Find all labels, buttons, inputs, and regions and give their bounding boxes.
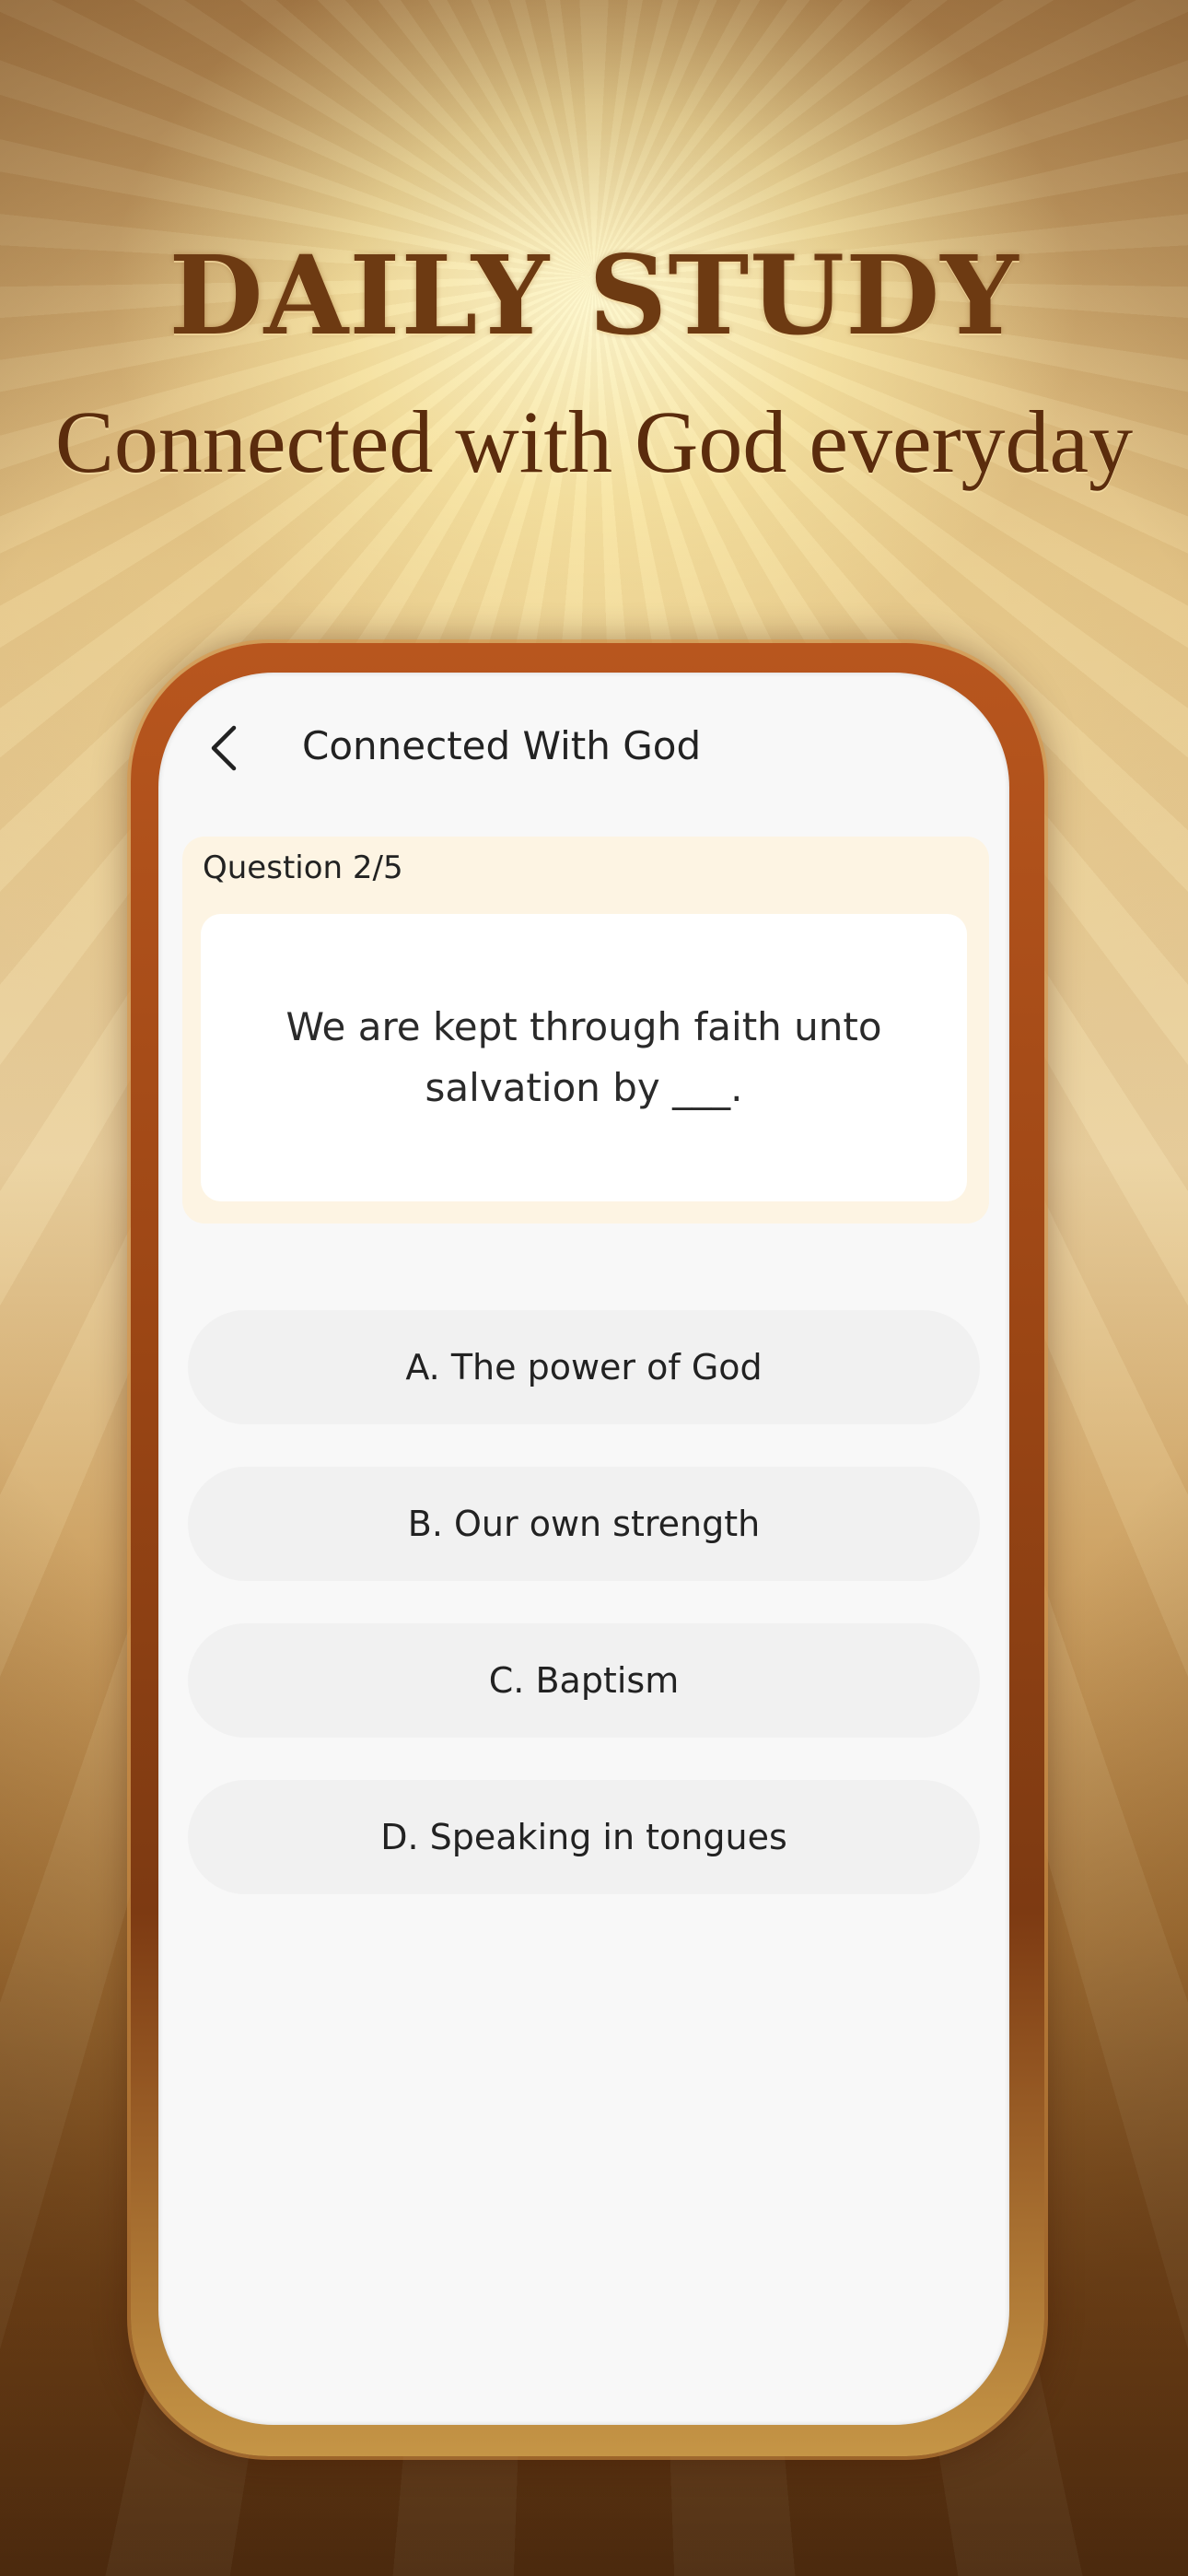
top-bar: Connected With God	[158, 673, 1009, 820]
banner-title: DAILY STUDY	[169, 231, 1019, 359]
question-text: We are kept through faith unto salvation…	[285, 1004, 882, 1110]
chevron-left-icon	[206, 722, 243, 778]
answer-option-d[interactable]: D. Speaking in tongues	[188, 1780, 980, 1894]
question-progress: Question 2/5	[203, 849, 403, 886]
banner-subtitle: Connected with God everyday	[54, 392, 1134, 491]
answer-option-c[interactable]: C. Baptism	[188, 1623, 980, 1738]
question-box: We are kept through faith unto salvation…	[201, 914, 967, 1201]
back-button[interactable]	[188, 713, 262, 787]
answer-option-b[interactable]: B. Our own strength	[188, 1467, 980, 1581]
page-title: Connected With God	[302, 723, 702, 768]
answer-option-a[interactable]: A. The power of God	[188, 1310, 980, 1424]
question-card: Question 2/5 We are kept through faith u…	[182, 837, 989, 1224]
phone-screen: Connected With God Question 2/5 We are k…	[158, 673, 1009, 2425]
